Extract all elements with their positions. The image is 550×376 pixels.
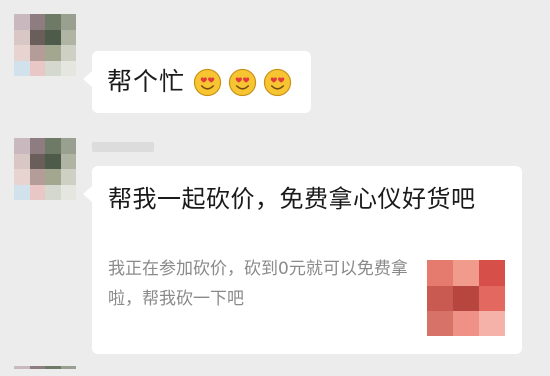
sender-avatar[interactable]	[14, 138, 76, 200]
shared-link-card[interactable]: 帮我一起砍价，免费拿心仪好货吧 我正在参加砍价，砍到0元就可以免费拿啦，帮我砍一…	[83, 166, 522, 354]
heart-eyes-emoji-icon	[263, 68, 292, 97]
heart-eyes-emoji-icon	[228, 68, 257, 97]
card-thumbnail	[427, 260, 505, 336]
sender-name-placeholder	[92, 142, 154, 152]
sender-avatar[interactable]	[14, 14, 76, 76]
heart-eyes-emoji-icon	[193, 68, 222, 97]
sender-avatar-partial[interactable]	[14, 366, 76, 376]
card-description: 我正在参加砍价，砍到0元就可以免费拿啦，帮我砍一下吧	[108, 259, 408, 309]
message-bubble-text[interactable]: 帮个忙	[83, 51, 311, 113]
message-text: 帮个忙	[107, 67, 186, 96]
card-title: 帮我一起砍价，免费拿心仪好货吧	[108, 185, 476, 213]
